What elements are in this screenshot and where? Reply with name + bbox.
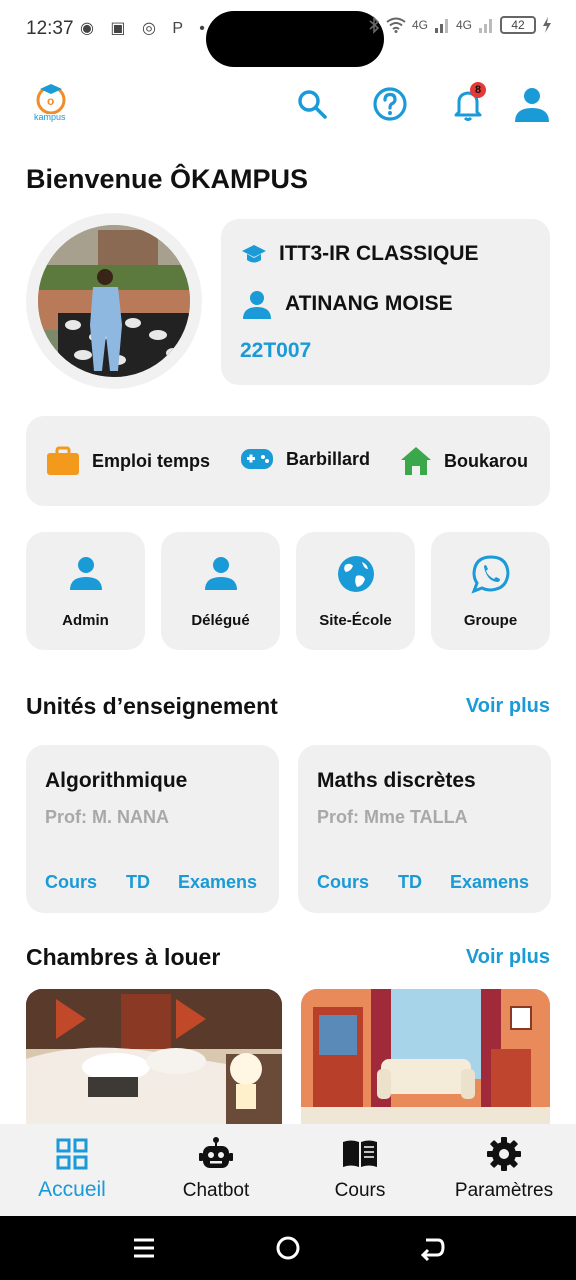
- course-prof: Prof: Mme TALLA: [317, 807, 468, 827]
- quick-links-bar: Emploi temps Barbillard Boukarou: [26, 416, 550, 506]
- search-button[interactable]: [292, 84, 332, 124]
- wifi-icon: [386, 17, 406, 33]
- home-button[interactable]: [274, 1234, 302, 1262]
- app-bar: o kampus 8: [0, 76, 576, 132]
- gear-icon: [487, 1137, 521, 1171]
- bluetooth-icon: [369, 16, 380, 34]
- bottom-navigation: Accueil Chatbot Cours Paramètres: [0, 1124, 576, 1216]
- profile-matricule: 22T007: [240, 339, 312, 362]
- course-title: Maths discrètes: [317, 769, 476, 792]
- tile-label: Délégué: [191, 612, 250, 629]
- help-button[interactable]: [370, 84, 410, 124]
- person-icon: [205, 557, 237, 590]
- course-link-cours[interactable]: Cours: [45, 872, 97, 893]
- back-button[interactable]: [418, 1234, 446, 1262]
- robot-icon: [199, 1137, 233, 1168]
- tile-label: Site-École: [319, 612, 392, 629]
- gamepad-icon: [241, 449, 273, 469]
- person-icon: [70, 557, 102, 590]
- room-card[interactable]: [26, 989, 282, 1124]
- help-icon: [373, 87, 407, 121]
- room-photo: [301, 989, 550, 1124]
- profile-name-row: ATINANG MOISE: [241, 289, 453, 319]
- rooms-see-more-link[interactable]: Voir plus: [466, 946, 550, 969]
- battery-indicator: 42: [500, 16, 536, 34]
- signal-icon: [434, 19, 448, 33]
- recent-apps-button[interactable]: [130, 1234, 158, 1262]
- network-type-2: 4G: [455, 18, 472, 32]
- course-link-td[interactable]: TD: [126, 872, 150, 893]
- course-link-examens[interactable]: Examens: [178, 872, 257, 893]
- nav-label: Chatbot: [182, 1180, 250, 1201]
- notification-icons: ◉ ▣ ◎ P •: [80, 20, 211, 37]
- profile-class: ITT3-IR CLASSIQUE: [279, 242, 479, 265]
- signal-icon-2: [479, 19, 492, 33]
- briefcase-icon: [47, 446, 79, 475]
- course-link-examens[interactable]: Examens: [450, 872, 529, 893]
- quick-link-boukarou[interactable]: Boukarou: [400, 446, 528, 476]
- logo-mark-icon: o: [36, 84, 66, 115]
- nav-label: Paramètres: [454, 1180, 554, 1201]
- nav-label: Cours: [334, 1180, 386, 1201]
- quick-link-label: Boukarou: [444, 450, 529, 471]
- avatar[interactable]: [38, 225, 190, 377]
- camera-cutout: [206, 11, 384, 67]
- profile-name: ATINANG MOISE: [285, 292, 453, 315]
- charging-icon: [543, 17, 551, 33]
- app-logo[interactable]: o kampus: [32, 82, 70, 124]
- account-icon: [515, 88, 549, 122]
- profile-card: ITT3-IR CLASSIQUE ATINANG MOISE 22T007: [221, 219, 550, 385]
- tile-site-ecole[interactable]: Site-École: [296, 532, 415, 650]
- search-icon: [298, 90, 327, 119]
- notification-badge: 8: [470, 82, 486, 98]
- house-icon: [401, 447, 431, 475]
- units-section-title: Unités d’enseignement: [26, 693, 278, 719]
- profile-class-row: ITT3-IR CLASSIQUE: [241, 241, 479, 267]
- course-card[interactable]: Algorithmique Prof: M. NANA Cours TD Exa…: [26, 745, 279, 913]
- network-type-1: 4G: [411, 18, 428, 32]
- system-navigation-bar: [0, 1216, 576, 1280]
- quick-link-label: Barbillard: [286, 448, 371, 469]
- welcome-title: Bienvenue ÔKAMPUS: [26, 164, 309, 194]
- logo-text: kampus: [34, 112, 66, 122]
- rooms-section-title: Chambres à louer: [26, 944, 221, 970]
- svg-text:o: o: [47, 94, 54, 108]
- status-right: 4G 4G 42: [368, 16, 552, 34]
- tile-label: Admin: [62, 612, 109, 629]
- tile-groupe[interactable]: Groupe: [431, 532, 550, 650]
- nav-label: Accueil: [38, 1178, 106, 1201]
- globe-icon: [338, 556, 374, 592]
- quick-link-emploi-temps[interactable]: Emploi temps: [46, 446, 210, 476]
- person-icon: [243, 291, 271, 319]
- course-link-td[interactable]: TD: [398, 872, 422, 893]
- room-photo: [26, 989, 282, 1124]
- room-card[interactable]: [301, 989, 550, 1124]
- course-prof: Prof: M. NANA: [45, 807, 169, 827]
- book-icon: [343, 1140, 377, 1167]
- course-link-cours[interactable]: Cours: [317, 872, 369, 893]
- whatsapp-icon: [471, 555, 510, 594]
- avatar-photo: [38, 225, 190, 377]
- tile-delegue[interactable]: Délégué: [161, 532, 280, 650]
- quick-link-label: Emploi temps: [92, 450, 211, 471]
- tile-label: Groupe: [463, 612, 518, 629]
- account-button[interactable]: [512, 84, 552, 124]
- units-see-more-link[interactable]: Voir plus: [466, 695, 550, 718]
- course-title: Algorithmique: [45, 769, 188, 792]
- tile-admin[interactable]: Admin: [26, 532, 145, 650]
- status-time: 12:37: [26, 18, 74, 39]
- status-bar: 12:37 ◉ ▣ ◎ P • 4G 4G 42: [0, 0, 576, 67]
- grid-icon: [56, 1138, 88, 1170]
- nav-chatbot[interactable]: Chatbot: [144, 1124, 288, 1216]
- nav-cours[interactable]: Cours: [288, 1124, 432, 1216]
- graduation-cap-icon: [242, 245, 266, 263]
- nav-accueil[interactable]: Accueil: [0, 1124, 144, 1216]
- notifications-button[interactable]: 8: [448, 82, 488, 124]
- nav-parametres[interactable]: Paramètres: [432, 1124, 576, 1216]
- course-card[interactable]: Maths discrètes Prof: Mme TALLA Cours TD…: [298, 745, 551, 913]
- quick-link-barbillard[interactable]: Barbillard: [240, 446, 370, 472]
